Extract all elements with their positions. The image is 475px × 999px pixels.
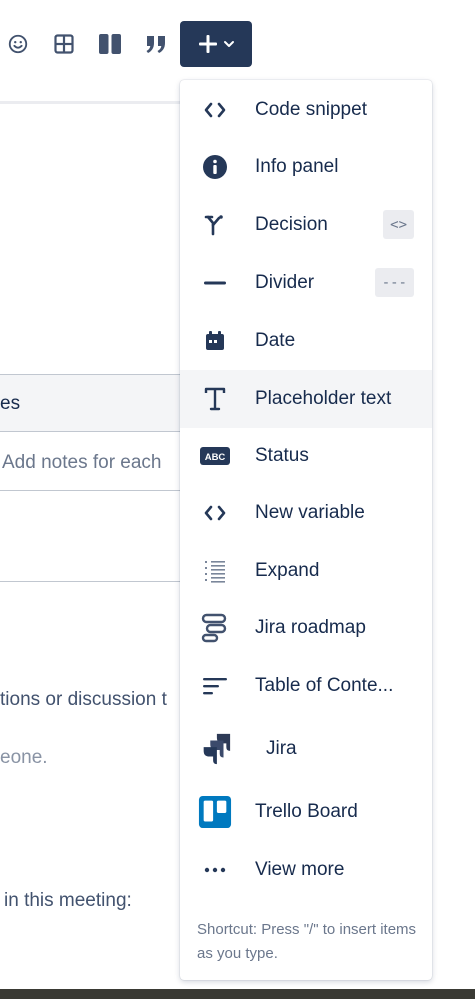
menu-item-new-variable[interactable]: New variable [180, 484, 432, 542]
menu-item-label: Table of Conte... [255, 675, 394, 696]
shortcut-badge: <> [383, 210, 414, 239]
variable-icon [198, 496, 232, 530]
layout-icon [99, 34, 121, 54]
menu-item-label: Jira roadmap [255, 617, 366, 638]
shortcut-badge: --- [374, 268, 414, 297]
status-icon: ABC [198, 439, 232, 473]
quote-icon [146, 36, 165, 53]
menu-item-label: View more [255, 859, 345, 880]
plus-icon [199, 35, 217, 53]
decision-icon [198, 208, 232, 242]
menu-item-divider[interactable]: Divider --- [180, 254, 432, 312]
section-divider [0, 581, 180, 582]
table-header: es [0, 374, 180, 432]
status-badge-text: ABC [205, 452, 226, 463]
more-icon [198, 853, 232, 887]
menu-item-table-of-contents[interactable]: Table of Conte... [180, 657, 432, 715]
menu-item-label: Expand [255, 560, 320, 581]
insert-menu-button[interactable] [180, 21, 252, 67]
table-button[interactable] [46, 24, 82, 64]
menu-item-date[interactable]: Date [180, 312, 432, 370]
menu-item-label: Trello Board [255, 801, 358, 822]
menu-item-placeholder-text[interactable]: Placeholder text [180, 370, 432, 428]
menu-item-label: Info panel [255, 156, 339, 177]
trello-icon [198, 795, 232, 829]
emoji-icon [8, 34, 28, 54]
table-icon [54, 34, 74, 54]
toc-icon [198, 669, 232, 703]
chevron-down-icon [224, 41, 234, 47]
page-content: es Add notes for each tions or discussio… [0, 104, 180, 999]
menu-item-decision[interactable]: Decision <> [180, 196, 432, 254]
menu-item-label: Date [255, 330, 296, 351]
menu-item-status[interactable]: ABC Status [180, 427, 432, 485]
menu-item-view-more[interactable]: View more [180, 841, 432, 899]
menu-item-label: Divider [255, 272, 315, 293]
divider-icon [198, 266, 232, 300]
menu-item-trello-board[interactable]: Trello Board [180, 783, 432, 841]
shortcut-hint: Shortcut: Press "/" to insert items as y… [197, 921, 417, 962]
emoji-button[interactable] [0, 24, 36, 64]
code-icon [198, 93, 232, 127]
menu-item-label: Decision [255, 214, 328, 235]
menu-item-info-panel[interactable]: Info panel [180, 138, 432, 196]
menu-item-jira-roadmap[interactable]: Jira roadmap [180, 599, 432, 657]
table-header-text: es [0, 393, 21, 414]
menu-item-label: Placeholder text [255, 388, 392, 409]
quote-button[interactable] [138, 24, 174, 64]
jira-icon [198, 732, 232, 766]
expand-icon [198, 554, 232, 588]
text-icon [198, 382, 232, 416]
info-icon [198, 150, 232, 184]
insert-dropdown-menu: Code snippet Info panel Decision <> Divi… [180, 80, 432, 980]
menu-item-label: Code snippet [255, 99, 367, 120]
table-cell[interactable]: Add notes for each [0, 432, 180, 491]
menu-item-expand[interactable]: Expand [180, 542, 432, 600]
menu-item-label: Jira [266, 738, 297, 759]
roadmap-icon [198, 611, 232, 645]
cell-placeholder: Add notes for each [2, 452, 162, 473]
body-text: in this meeting: [4, 890, 132, 911]
placeholder-text: eone. [0, 747, 48, 768]
menu-item-label: Status [255, 445, 309, 466]
body-text: tions or discussion t [0, 689, 167, 710]
layout-button[interactable] [92, 24, 128, 64]
menu-item-label: New variable [255, 502, 365, 523]
menu-item-jira[interactable]: Jira [180, 720, 432, 778]
menu-item-code-snippet[interactable]: Code snippet [180, 81, 432, 139]
window-bottom-edge [0, 989, 475, 999]
calendar-icon [198, 324, 232, 358]
